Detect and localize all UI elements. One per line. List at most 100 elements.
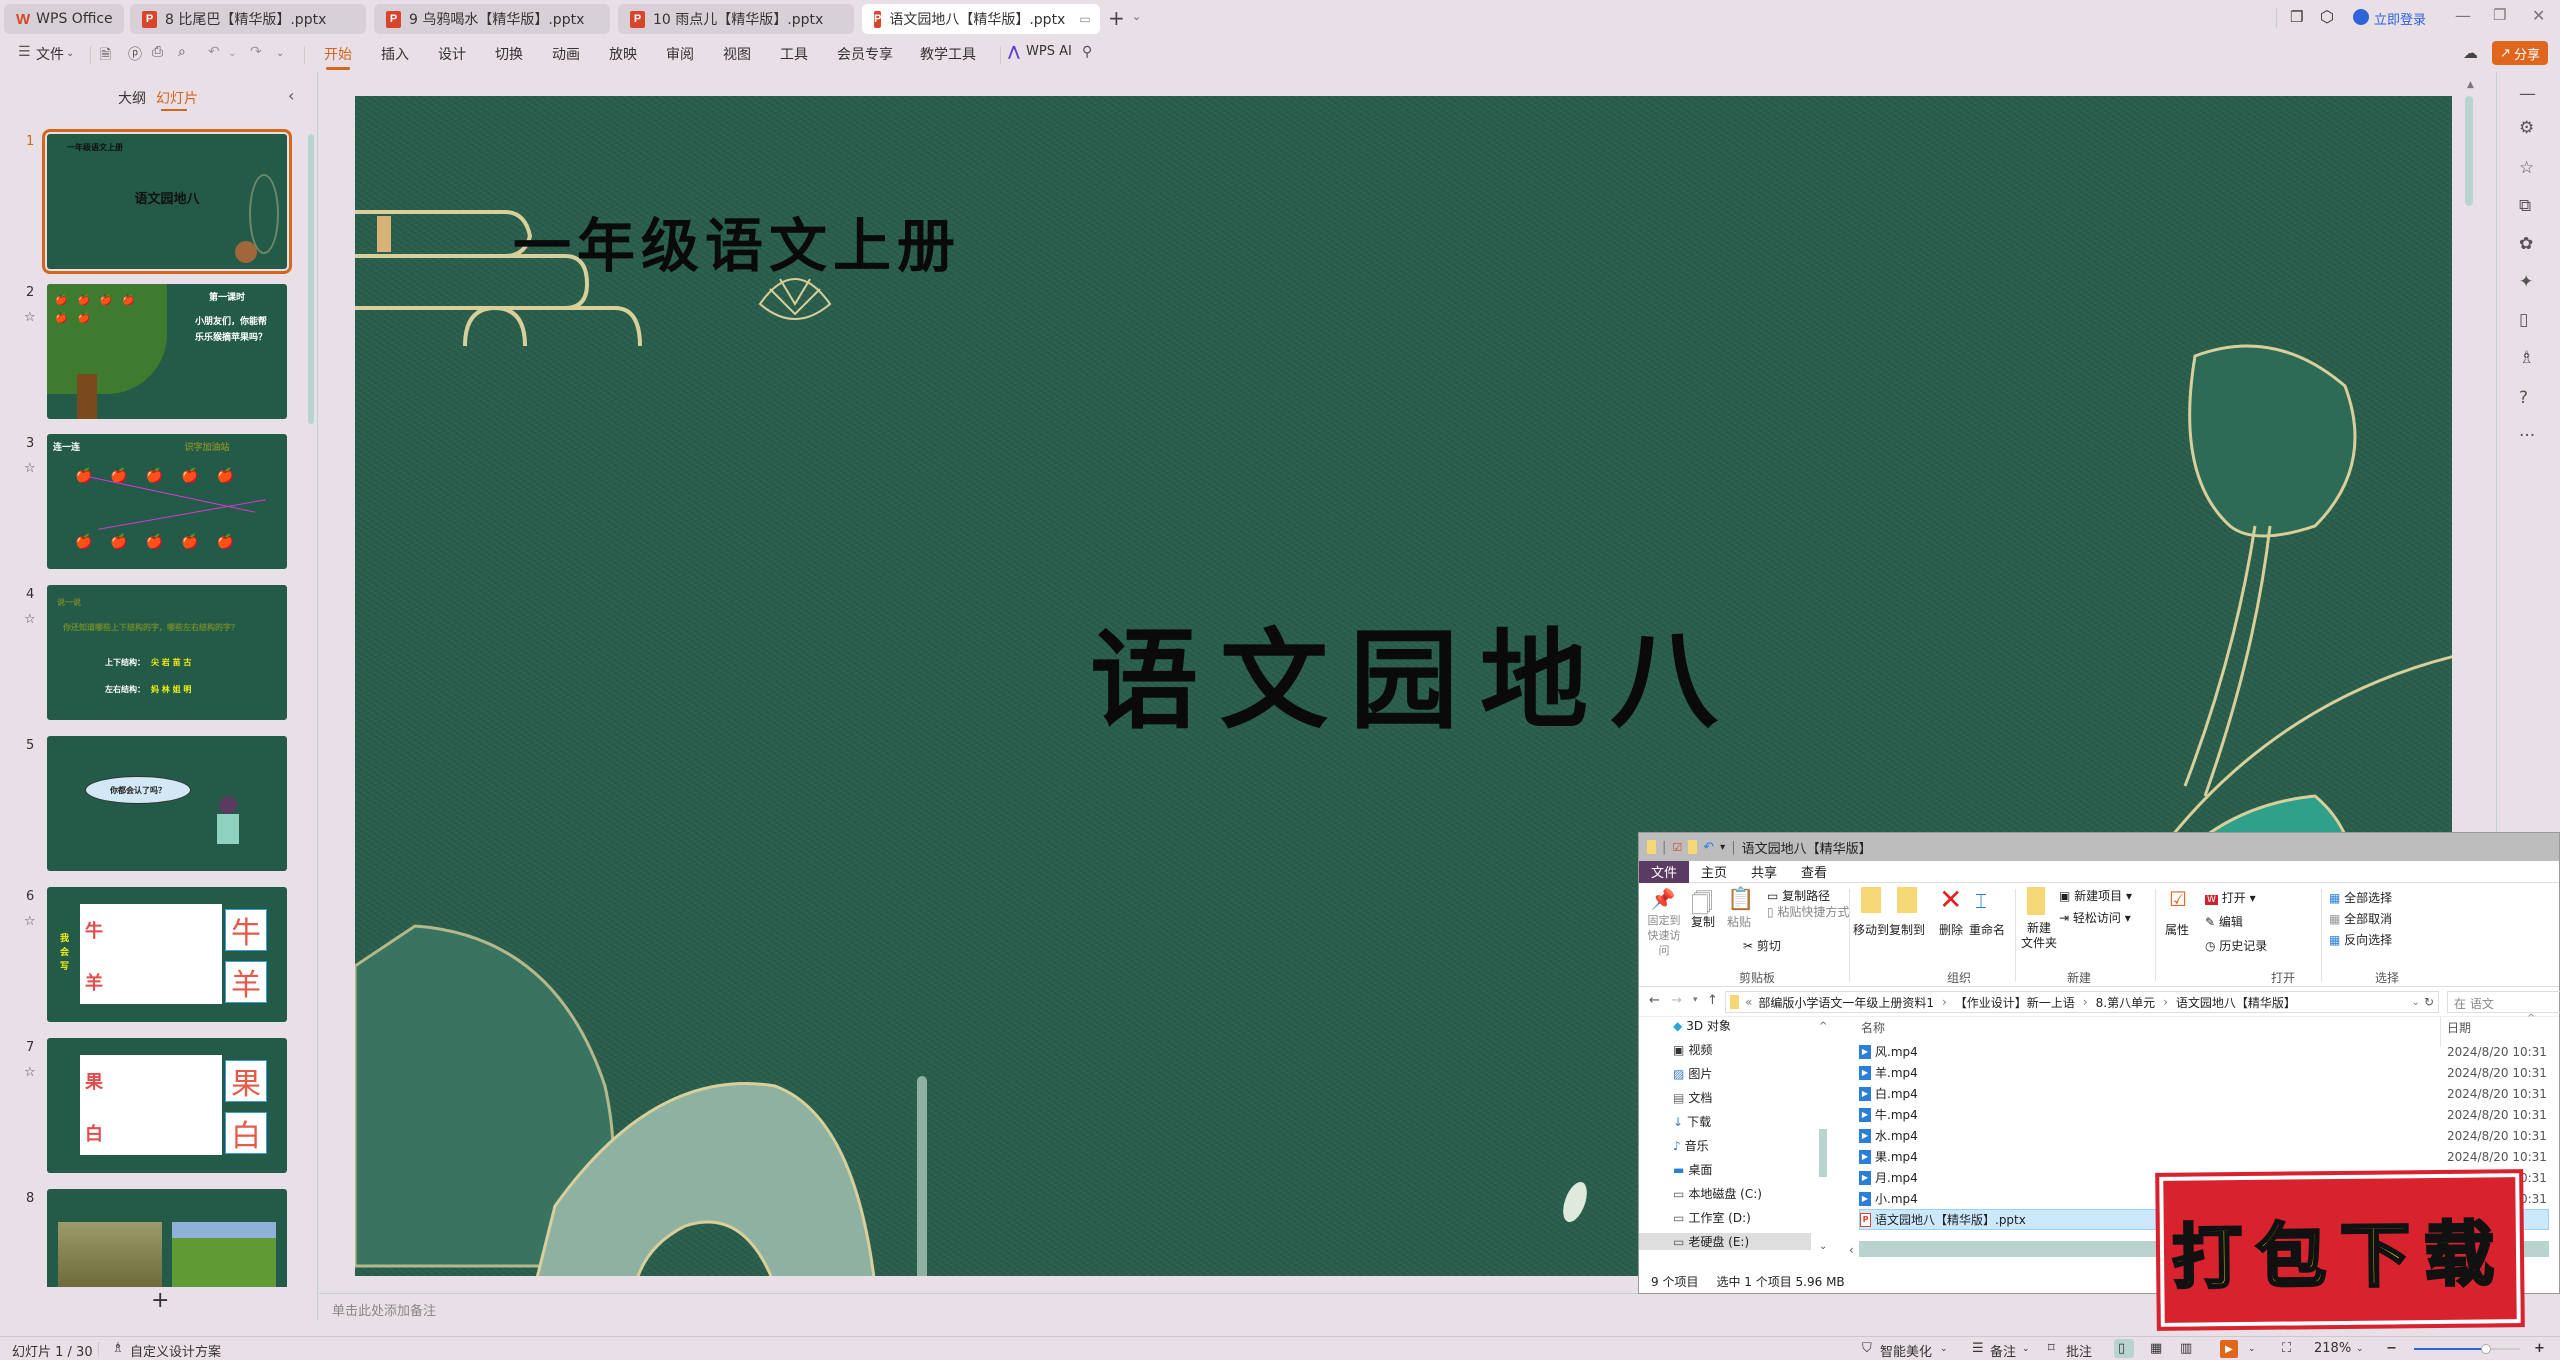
collapse-panel-icon[interactable]: ‹ bbox=[288, 86, 294, 105]
zoom-out-icon[interactable]: − bbox=[2386, 1341, 2397, 1356]
close-window-icon[interactable]: ✕ bbox=[2532, 6, 2545, 25]
slide-subtitle[interactable]: 一年级语文上册 bbox=[513, 199, 961, 283]
animation-star-icon[interactable]: ☆ bbox=[2519, 158, 2534, 178]
explorer-tab-file[interactable]: 文件 bbox=[1639, 860, 1690, 883]
explorer-tab-share[interactable]: 共享 bbox=[1739, 861, 1789, 883]
file-row[interactable]: ▶ 水.mp4 2024/8/20 10:31 bbox=[1859, 1125, 2549, 1146]
move-to-button[interactable]: 移动到 bbox=[1853, 921, 1889, 938]
invert-selection-button[interactable]: ▦ 反向选择 bbox=[2329, 931, 2392, 948]
chevron-down-icon[interactable]: ⌄ bbox=[2248, 1344, 2256, 1354]
ribbon-tab-home[interactable]: 开始 bbox=[324, 44, 352, 70]
slide-thumbnail-3[interactable]: 连一连 识字加油站 🍎🍎🍎🍎🍎 🍎🍎🍎🍎🍎 bbox=[47, 434, 287, 569]
float-window-icon[interactable]: ▭ bbox=[1079, 12, 1090, 26]
transition-icon[interactable]: ⧉ bbox=[2519, 196, 2531, 216]
ribbon-tab-tools[interactable]: 工具 bbox=[780, 44, 808, 64]
nav-item[interactable]: ↓ 下载 bbox=[1673, 1113, 1711, 1130]
breadcrumb-item[interactable]: 【作业设计】新一上语 bbox=[1955, 994, 2075, 1011]
cube-icon[interactable]: ⬡ bbox=[2320, 7, 2334, 26]
back-icon[interactable]: ← bbox=[1649, 993, 1660, 1008]
collapse-icon[interactable]: — bbox=[2519, 84, 2536, 104]
save-icon[interactable]: 🗎 bbox=[100, 44, 111, 68]
nav-scrollbar[interactable] bbox=[1819, 1129, 1827, 1177]
nav-scroll-down-icon[interactable]: ⌄ bbox=[1819, 1241, 1827, 1252]
book-search-icon[interactable]: ▯ bbox=[2519, 310, 2528, 330]
paste-shortcut-button[interactable]: ▯ 粘贴快捷方式 bbox=[1767, 903, 1849, 920]
slide-thumbnail-8[interactable] bbox=[47, 1189, 287, 1287]
file-row[interactable]: ▶ 白.mp4 2024/8/20 10:31 bbox=[1859, 1083, 2549, 1104]
tab-list-chevron-icon[interactable]: ⌄ bbox=[1132, 10, 1141, 23]
properties-quick-icon[interactable]: ☑ bbox=[1672, 841, 1682, 854]
nav-item[interactable]: ▬ 桌面 bbox=[1673, 1161, 1712, 1178]
customize-toolbar-icon[interactable]: ▾ bbox=[1720, 842, 1725, 853]
help-icon[interactable]: ? bbox=[2519, 388, 2528, 408]
ribbon-tab-transition[interactable]: 切换 bbox=[495, 44, 523, 64]
play-slideshow-button[interactable]: ▶ bbox=[2220, 1340, 2238, 1358]
breadcrumb-item[interactable]: 部编版小学语文一年级上册资料1 bbox=[1758, 994, 1934, 1011]
notes-toggle[interactable]: 备注 bbox=[1990, 1341, 2016, 1360]
tab-outline[interactable]: 大纲 bbox=[118, 88, 146, 108]
zoom-in-icon[interactable]: + bbox=[2534, 1341, 2545, 1356]
redo-icon[interactable]: ↷ bbox=[250, 44, 262, 60]
slide-title[interactable]: 语文园地八 bbox=[1090, 594, 1740, 750]
minimize-icon[interactable]: — bbox=[2455, 6, 2471, 25]
scroll-left-icon[interactable]: ‹ bbox=[1849, 1243, 1854, 1257]
ribbon-tab-view[interactable]: 视图 bbox=[723, 44, 751, 64]
search-icon[interactable]: ⚲ bbox=[1082, 44, 1092, 60]
ribbon-tab-insert[interactable]: 插入 bbox=[381, 44, 409, 64]
explorer-tab-view[interactable]: 查看 bbox=[1789, 861, 1839, 883]
more-chevron-icon[interactable]: ⌄ bbox=[276, 48, 284, 59]
slide-thumbnail-4[interactable]: 说一说 你还知道哪些上下结构的字，哪些左右结构的字？ 上下结构： 尖 岩 苗 古… bbox=[47, 585, 287, 720]
export-pdf-icon[interactable]: ⓟ bbox=[128, 44, 142, 64]
window-layout-icon[interactable]: ❐ bbox=[2290, 8, 2303, 26]
nav-item[interactable]: ▭ 本地磁盘 (C:) bbox=[1673, 1185, 1762, 1202]
delete-button[interactable]: 删除 bbox=[1939, 921, 1963, 938]
print-icon[interactable]: ⎙ bbox=[152, 44, 163, 60]
design-scheme-button[interactable]: 自定义设计方案 bbox=[130, 1341, 221, 1360]
theme-shirt-icon[interactable]: ♗ bbox=[2519, 348, 2534, 368]
doc-tab[interactable]: P 10 雨点儿【精华版】.pptx bbox=[618, 4, 854, 34]
nav-item[interactable]: ▨ 图片 bbox=[1673, 1065, 1712, 1082]
user-avatar-icon[interactable] bbox=[2353, 9, 2369, 25]
doc-tab-active[interactable]: P 语文园地八【精华版】.pptx ▭ ✕ bbox=[862, 4, 1100, 34]
pin-quick-access-button[interactable]: 固定到快速访问 bbox=[1643, 913, 1685, 958]
slide-thumbnail-7[interactable]: 果 白 果 白 bbox=[47, 1038, 287, 1173]
beautify-button[interactable]: 智能美化 bbox=[1880, 1341, 1932, 1360]
ribbon-tab-teaching[interactable]: 教学工具 bbox=[920, 44, 976, 64]
star-icon[interactable]: ☆ bbox=[24, 914, 36, 929]
comments-toggle[interactable]: 批注 bbox=[2066, 1341, 2092, 1360]
restore-icon[interactable]: ❐ bbox=[2493, 6, 2506, 24]
share-button[interactable]: ↗ 分享 bbox=[2492, 41, 2548, 65]
nav-item[interactable]: ▤ 文档 bbox=[1673, 1089, 1712, 1106]
scroll-up-icon[interactable]: ▲ bbox=[2467, 80, 2474, 90]
new-folder-quick-icon[interactable] bbox=[1688, 840, 1698, 854]
tab-slides[interactable]: 幻灯片 bbox=[156, 88, 198, 108]
properties-icon[interactable]: ⚙ bbox=[2519, 118, 2534, 138]
breadcrumb-item[interactable]: 8.第八单元 bbox=[2096, 994, 2155, 1011]
ribbon-tab-member[interactable]: 会员专享 bbox=[837, 44, 893, 64]
chevron-down-icon[interactable]: ⌄ bbox=[1940, 1344, 1948, 1354]
history-button[interactable]: ◷ 历史记录 bbox=[2205, 937, 2267, 954]
slide-thumbnail-5[interactable]: 你都会认了吗？ bbox=[47, 736, 287, 871]
sorter-view-icon[interactable]: ▦ bbox=[2150, 1341, 2162, 1356]
zoom-slider-handle[interactable] bbox=[2481, 1344, 2492, 1354]
breadcrumb-item[interactable]: 语文园地八【精华版】 bbox=[2176, 994, 2296, 1011]
copy-button[interactable]: 复制 bbox=[1691, 913, 1715, 930]
cloud-upload-icon[interactable]: ☁ bbox=[2463, 44, 2478, 62]
star-icon[interactable]: ☆ bbox=[24, 310, 36, 325]
copy-to-button[interactable]: 复制到 bbox=[1889, 921, 1925, 938]
nav-item[interactable]: ◆ 3D 对象 bbox=[1673, 1017, 1731, 1034]
wps-ai-button[interactable]: WPS AI bbox=[1026, 44, 1072, 59]
slide-thumbnail-6[interactable]: 我会写 牛 羊 牛 羊 bbox=[47, 887, 287, 1022]
more-icon[interactable]: ··· bbox=[2519, 426, 2535, 446]
explorer-tab-home[interactable]: 主页 bbox=[1689, 861, 1739, 883]
star-icon[interactable]: ☆ bbox=[24, 1065, 36, 1080]
login-link[interactable]: 立即登录 bbox=[2374, 9, 2426, 28]
panel-scrollbar[interactable] bbox=[308, 134, 314, 424]
open-button[interactable]: W 打开 ▾ bbox=[2205, 889, 2256, 906]
magic-wand-icon[interactable]: ✦ bbox=[2519, 272, 2533, 292]
download-package-banner[interactable]: 打包下载 bbox=[2155, 1169, 2525, 1331]
nav-item[interactable]: ▣ 视频 bbox=[1673, 1041, 1712, 1058]
chevron-down-icon[interactable]: ⌄ bbox=[2356, 1344, 2364, 1354]
nav-item[interactable]: ♪ 音乐 bbox=[1673, 1137, 1709, 1154]
file-row[interactable]: ▶ 牛.mp4 2024/8/20 10:31 bbox=[1859, 1104, 2549, 1125]
